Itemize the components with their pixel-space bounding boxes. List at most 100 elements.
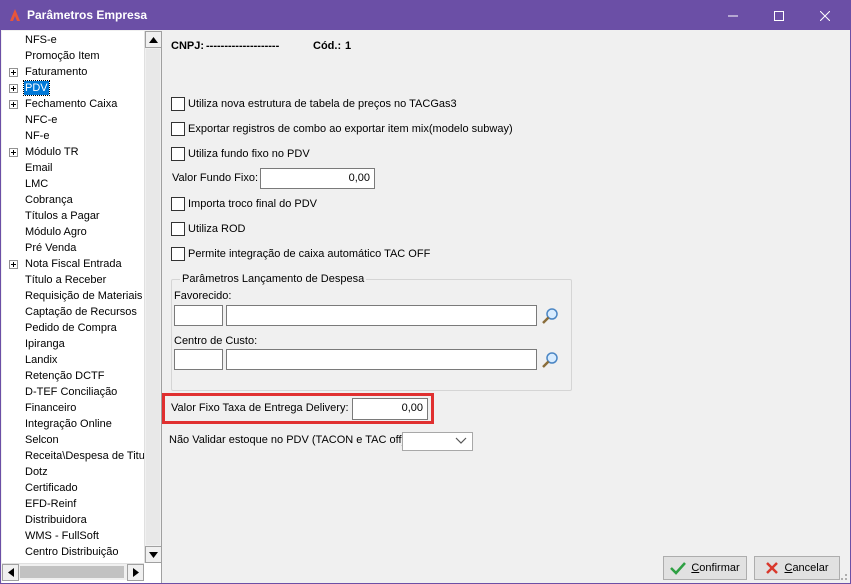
- tree-item-label: LMC: [25, 178, 49, 190]
- tree-item-label: Módulo Agro: [25, 226, 87, 238]
- maximize-icon: [774, 10, 784, 21]
- close-button[interactable]: [802, 1, 848, 30]
- fundo-fixo-checkbox[interactable]: [171, 147, 185, 161]
- tree-item[interactable]: PDV: [2, 80, 145, 96]
- tree-item[interactable]: Dotz: [2, 464, 145, 480]
- tree-item[interactable]: D-TEF Conciliação: [2, 384, 145, 400]
- parametros-empresa-window: Parâmetros Empresa NFS-e Promoção Item Fat…: [0, 0, 851, 584]
- tree-item[interactable]: Captação de Recursos: [2, 304, 145, 320]
- tree-item[interactable]: NFS-e: [2, 32, 145, 48]
- tree-vertical-scrollbar[interactable]: [144, 31, 162, 563]
- arrow-up-icon: [149, 36, 158, 43]
- tree-item-label: Receita\Despesa de Titul: [25, 450, 145, 462]
- lancamento-despesa-title: Parâmetros Lançamento de Despesa: [180, 273, 367, 285]
- centro-custo-search-button[interactable]: [539, 350, 561, 370]
- centro-custo-code-input[interactable]: [174, 349, 223, 370]
- tree-item[interactable]: Faturamento: [2, 64, 145, 80]
- tree-item[interactable]: Fechamento Caixa: [2, 96, 145, 112]
- favorecido-search-button[interactable]: [539, 306, 561, 326]
- cancel-x-icon: [766, 562, 779, 574]
- tree-item[interactable]: NF-e: [2, 128, 145, 144]
- integracao-caixa-checkbox[interactable]: [171, 247, 185, 261]
- vertical-scroll-thumb[interactable]: [146, 49, 160, 545]
- confirm-button[interactable]: Confirmar: [663, 556, 747, 580]
- favorecido-name-input[interactable]: [226, 305, 537, 326]
- tree-item-label: Distribuidora: [25, 514, 87, 526]
- tree-item[interactable]: Cobrança: [2, 192, 145, 208]
- arrow-down-icon: [149, 551, 158, 558]
- scroll-right-button[interactable]: [127, 564, 144, 581]
- tree-item[interactable]: WMS - FullSoft: [2, 528, 145, 544]
- title-bar[interactable]: Parâmetros Empresa: [1, 1, 850, 30]
- tree-item-label: PDV: [23, 80, 50, 96]
- tree-item[interactable]: Email: [2, 160, 145, 176]
- scroll-up-button[interactable]: [145, 31, 162, 48]
- utiliza-rod-checkbox[interactable]: [171, 222, 185, 236]
- search-icon: [542, 352, 558, 368]
- tree-item[interactable]: EFD-Reinf: [2, 496, 145, 512]
- tree-item-label: NFC-e: [25, 114, 58, 126]
- cancel-button[interactable]: Cancelar: [754, 556, 840, 580]
- tree-item-label: NFS-e: [25, 34, 57, 46]
- nova-estrutura-checkbox[interactable]: [171, 97, 185, 111]
- horizontal-scroll-thumb[interactable]: [20, 566, 124, 578]
- tree-item[interactable]: Distribuidora: [2, 512, 145, 528]
- tree-item[interactable]: NFC-e: [2, 112, 145, 128]
- tree-item-label: Faturamento: [25, 66, 88, 78]
- tree-item[interactable]: Financeiro: [2, 400, 145, 416]
- search-icon: [542, 308, 558, 324]
- tree-item-label: Fechamento Caixa: [25, 98, 118, 110]
- cnpj-value: --------------------: [206, 40, 280, 52]
- expand-plus-icon[interactable]: [9, 84, 18, 93]
- tree-item[interactable]: Landix: [2, 352, 145, 368]
- tree-item[interactable]: Títulos a Pagar: [2, 208, 145, 224]
- delivery-fee-label: Valor Fixo Taxa de Entrega Delivery:: [171, 402, 349, 414]
- tree-item-label: Pedido de Compra: [25, 322, 117, 334]
- tree-item-label: Ipiranga: [25, 338, 65, 350]
- tree-item[interactable]: Pedido de Compra: [2, 320, 145, 336]
- category-tree[interactable]: NFS-e Promoção Item Faturamento PDV Fechamen…: [2, 31, 145, 563]
- tree-item-label: Dotz: [25, 466, 48, 478]
- minimize-icon: [728, 15, 738, 16]
- delivery-fee-input[interactable]: 0,00: [352, 398, 428, 420]
- scroll-down-button[interactable]: [145, 546, 162, 563]
- valor-fundo-fixo-input[interactable]: 0,00: [260, 168, 375, 189]
- tree-item[interactable]: Ipiranga: [2, 336, 145, 352]
- favorecido-label: Favorecido:: [174, 290, 232, 302]
- minimize-button[interactable]: [710, 1, 756, 30]
- tree-item-label: WMS - FullSoft: [25, 530, 99, 542]
- tree-item[interactable]: Retenção DCTF: [2, 368, 145, 384]
- tree-item[interactable]: Módulo Agro: [2, 224, 145, 240]
- tree-item[interactable]: Módulo TR: [2, 144, 145, 160]
- expand-plus-icon[interactable]: [9, 68, 18, 77]
- integracao-caixa-label: Permite integração de caixa automático T…: [188, 248, 431, 260]
- scroll-left-button[interactable]: [2, 564, 19, 581]
- expand-plus-icon[interactable]: [9, 148, 18, 157]
- tree-item[interactable]: Título a Receber: [2, 272, 145, 288]
- tree-item[interactable]: Requisição de Materiais: [2, 288, 145, 304]
- importa-troco-checkbox[interactable]: [171, 197, 185, 211]
- tree-item[interactable]: Centro Distribuição: [2, 544, 145, 560]
- expand-plus-icon[interactable]: [9, 100, 18, 109]
- tree-item[interactable]: Selcon: [2, 432, 145, 448]
- maximize-button[interactable]: [756, 1, 802, 30]
- tree-item[interactable]: LMC: [2, 176, 145, 192]
- tree-item[interactable]: Certificado: [2, 480, 145, 496]
- tree-item[interactable]: Promoção Item: [2, 48, 145, 64]
- resize-grip-icon[interactable]: [838, 571, 848, 581]
- tree-item[interactable]: Receita\Despesa de Titul: [2, 448, 145, 464]
- centro-custo-name-input[interactable]: [226, 349, 537, 370]
- tree-item-label: Certificado: [25, 482, 78, 494]
- company-header: CNPJ: -------------------- Cód.: 1: [163, 31, 849, 71]
- tree-item[interactable]: Pré Venda: [2, 240, 145, 256]
- tree-item[interactable]: Integração Online: [2, 416, 145, 432]
- tree-item[interactable]: Nota Fiscal Entrada: [2, 256, 145, 272]
- expand-plus-icon[interactable]: [9, 260, 18, 269]
- pdv-settings-panel: Utiliza nova estrutura de tabela de preç…: [163, 71, 849, 549]
- nao-validar-estoque-select[interactable]: [402, 432, 473, 451]
- exportar-combo-checkbox[interactable]: [171, 122, 185, 136]
- favorecido-code-input[interactable]: [174, 305, 223, 326]
- cod-label: Cód.:: [313, 40, 342, 52]
- tree-horizontal-scrollbar[interactable]: [2, 563, 144, 581]
- lancamento-despesa-group: Parâmetros Lançamento de Despesa Favorec…: [171, 273, 572, 391]
